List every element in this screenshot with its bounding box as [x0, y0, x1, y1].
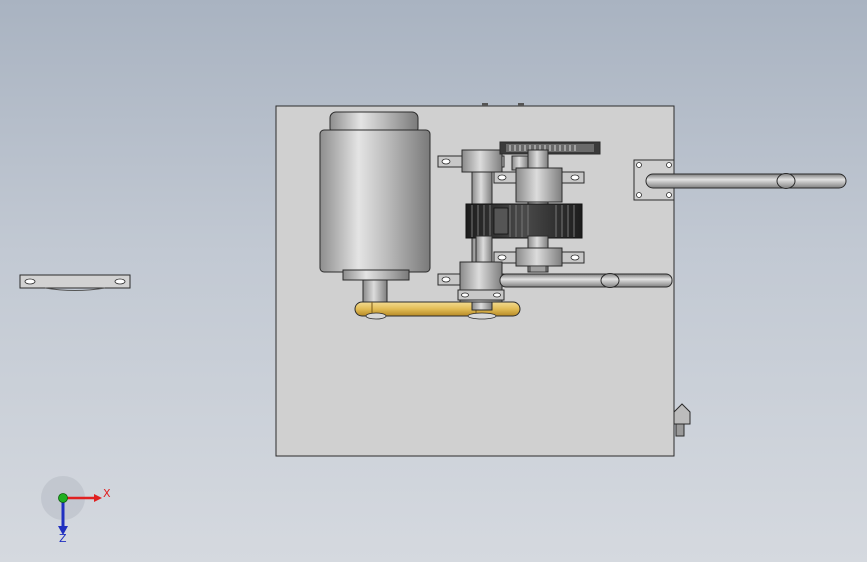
- rack-strip[interactable]: [499, 141, 601, 155]
- z-axis-label: Z: [59, 532, 67, 545]
- x-axis-label: X: [103, 487, 111, 500]
- cad-viewport[interactable]: X Z: [0, 0, 867, 562]
- side-clamp[interactable]: [673, 403, 691, 437]
- axis-triad: X Z: [41, 476, 111, 545]
- lower-pipe[interactable]: [499, 273, 673, 288]
- upper-pipe[interactable]: [645, 173, 847, 189]
- belt-drive[interactable]: [354, 301, 521, 320]
- y-axis-point: [58, 493, 68, 503]
- detached-bracket[interactable]: [19, 274, 131, 291]
